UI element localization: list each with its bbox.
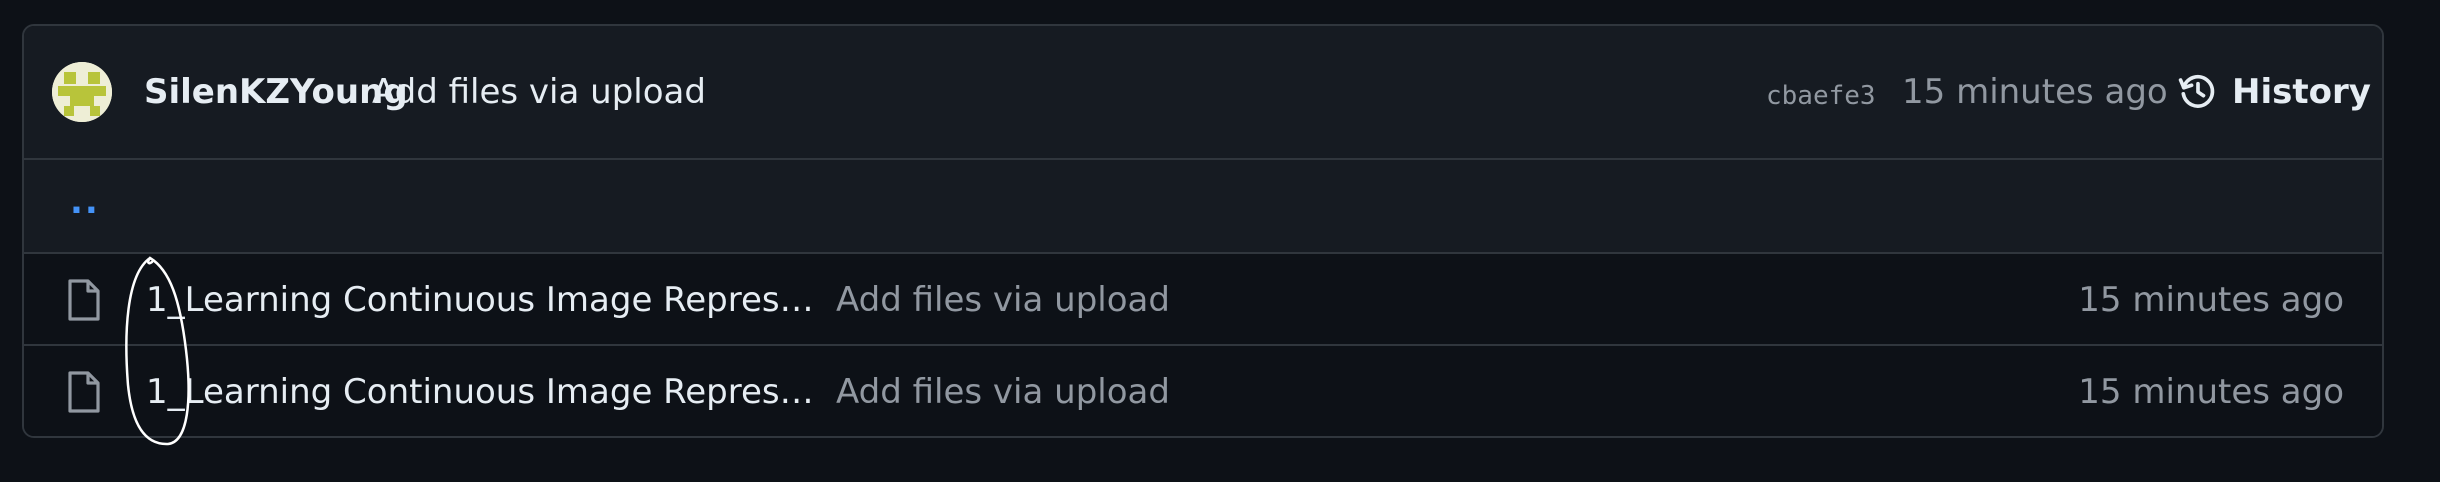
history-icon xyxy=(2178,74,2215,108)
history-label: History xyxy=(2232,72,2371,112)
history-button[interactable]: History xyxy=(2176,64,2371,120)
table-row[interactable]: 1_Learning Continuous Image Representati… xyxy=(24,254,2382,346)
avatar[interactable] xyxy=(52,62,112,122)
commit-sha-link[interactable]: cbaefe3 xyxy=(1766,76,1876,116)
file-icon xyxy=(68,371,100,413)
latest-commit-header: SilenKZYoung Add files via upload cbaefe… xyxy=(24,26,2382,160)
file-name-link[interactable]: 1_Learning Continuous Image Representati… xyxy=(146,278,822,322)
parent-directory-row[interactable]: .. xyxy=(24,160,2382,254)
file-commit-time: 15 minutes ago xyxy=(2078,280,2344,320)
commit-author-link[interactable]: SilenKZYoung xyxy=(144,70,408,114)
latest-commit-time: 15 minutes ago xyxy=(1902,72,2168,112)
file-icon xyxy=(68,279,100,321)
file-commit-message-link[interactable]: Add files via upload xyxy=(836,370,1170,414)
table-row[interactable]: 1_Learning Continuous Image Representati… xyxy=(24,346,2382,436)
file-commit-message-link[interactable]: Add files via upload xyxy=(836,278,1170,322)
file-list-box: SilenKZYoung Add files via upload cbaefe… xyxy=(22,24,2384,438)
file-commit-time: 15 minutes ago xyxy=(2078,372,2344,412)
parent-directory-link[interactable]: .. xyxy=(70,182,100,222)
latest-commit-message-link[interactable]: Add files via upload xyxy=(372,70,706,114)
avatar-identicon xyxy=(52,62,112,122)
file-name-link[interactable]: 1_Learning Continuous Image Representati… xyxy=(146,370,822,414)
